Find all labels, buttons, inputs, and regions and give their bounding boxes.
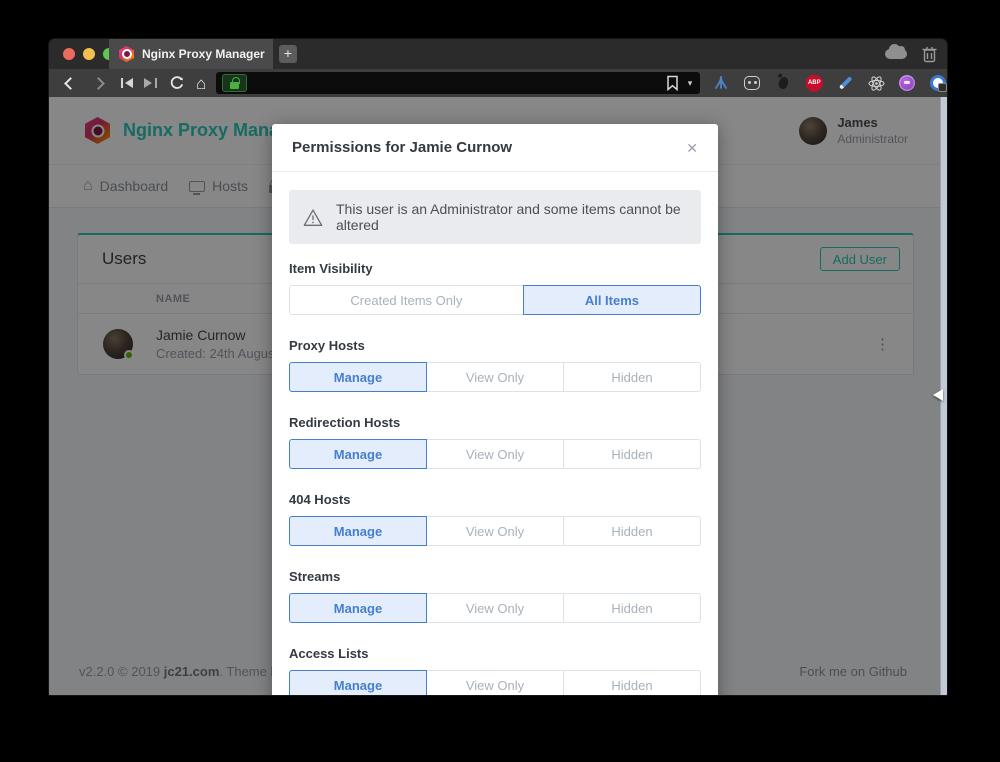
access-lists-view-only[interactable]: View Only (426, 670, 564, 695)
404-hosts-hidden[interactable]: Hidden (563, 516, 701, 546)
new-tab-button[interactable]: + (279, 45, 297, 63)
extension-purple-icon[interactable] (898, 74, 916, 92)
modal-title: Permissions for Jamie Curnow (292, 139, 512, 156)
sync-cloud-icon[interactable] (885, 49, 907, 59)
option-all-items[interactable]: All Items (523, 285, 701, 315)
streams-options: Manage View Only Hidden (289, 593, 701, 623)
extension-claw-icon[interactable] (712, 74, 730, 92)
streams-label: Streams (289, 568, 701, 586)
option-created-items-only[interactable]: Created Items Only (289, 285, 524, 315)
skip-to-start-button[interactable] (121, 78, 134, 88)
back-button[interactable] (59, 79, 81, 88)
extension-atom-icon[interactable] (867, 74, 885, 92)
trash-icon[interactable] (922, 46, 937, 63)
proxy-hosts-options: Manage View Only Hidden (289, 362, 701, 392)
extension-pen-icon[interactable] (836, 74, 854, 92)
permissions-modal: Permissions for Jamie Curnow ✕ This user… (272, 124, 718, 695)
access-lists-label: Access Lists (289, 645, 701, 663)
minimize-window-button[interactable] (83, 48, 95, 60)
close-icon[interactable]: ✕ (686, 141, 698, 155)
bookmark-dropdown-caret-icon[interactable]: ▾ (688, 78, 693, 89)
browser-tab-bar: Nginx Proxy Manager + (49, 39, 947, 69)
home-button[interactable]: ⌂ (196, 75, 206, 92)
proxy-hosts-manage[interactable]: Manage (289, 362, 427, 392)
forward-button[interactable] (87, 79, 109, 88)
404-hosts-manage[interactable]: Manage (289, 516, 427, 546)
proxy-hosts-view-only[interactable]: View Only (426, 362, 564, 392)
404-hosts-options: Manage View Only Hidden (289, 516, 701, 546)
extension-icons: ABP (712, 74, 947, 92)
item-visibility-options: Created Items Only All Items (289, 285, 701, 315)
npm-favicon-icon (119, 46, 134, 62)
streams-hidden[interactable]: Hidden (563, 593, 701, 623)
extension-privacy-badger-icon[interactable] (929, 74, 947, 92)
proxy-hosts-label: Proxy Hosts (289, 337, 701, 355)
access-lists-options: Manage View Only Hidden (289, 670, 701, 695)
window-controls (63, 48, 115, 60)
redirection-hosts-label: Redirection Hosts (289, 414, 701, 432)
item-visibility-label: Item Visibility (289, 260, 701, 278)
redirection-hosts-view-only[interactable]: View Only (426, 439, 564, 469)
streams-view-only[interactable]: View Only (426, 593, 564, 623)
desktop-background: Nginx Proxy Manager + (0, 0, 1000, 762)
404-hosts-view-only[interactable]: View Only (426, 516, 564, 546)
page-viewport: Nginx Proxy Manager James Administrator … (49, 97, 947, 695)
alert-text: This user is an Administrator and some i… (336, 201, 687, 233)
redirection-hosts-manage[interactable]: Manage (289, 439, 427, 469)
browser-tab[interactable]: Nginx Proxy Manager (109, 39, 273, 69)
404-hosts-label: 404 Hosts (289, 491, 701, 509)
access-lists-hidden[interactable]: Hidden (563, 670, 701, 695)
extension-discord-icon[interactable] (743, 74, 761, 92)
skip-to-end-button[interactable] (144, 78, 157, 88)
access-lists-manage[interactable]: Manage (289, 670, 427, 695)
extension-gnome-foot-icon[interactable] (774, 74, 792, 92)
mouse-cursor (927, 389, 943, 401)
tab-title: Nginx Proxy Manager (142, 47, 265, 61)
proxy-hosts-hidden[interactable]: Hidden (563, 362, 701, 392)
reload-button[interactable] (169, 75, 185, 91)
extension-adblock-plus-icon[interactable]: ABP (805, 74, 823, 92)
streams-manage[interactable]: Manage (289, 593, 427, 623)
bookmark-icon[interactable] (666, 75, 679, 91)
redirection-hosts-options: Manage View Only Hidden (289, 439, 701, 469)
address-bar[interactable]: ▾ (216, 72, 700, 94)
redirection-hosts-hidden[interactable]: Hidden (563, 439, 701, 469)
browser-toolbar: ⌂ ▾ ABP (49, 69, 947, 97)
admin-warning-alert: This user is an Administrator and some i… (289, 190, 701, 244)
browser-window: Nginx Proxy Manager + (48, 38, 948, 696)
ssl-lock-icon[interactable] (222, 74, 247, 92)
close-window-button[interactable] (63, 48, 75, 60)
warning-triangle-icon (303, 208, 323, 227)
